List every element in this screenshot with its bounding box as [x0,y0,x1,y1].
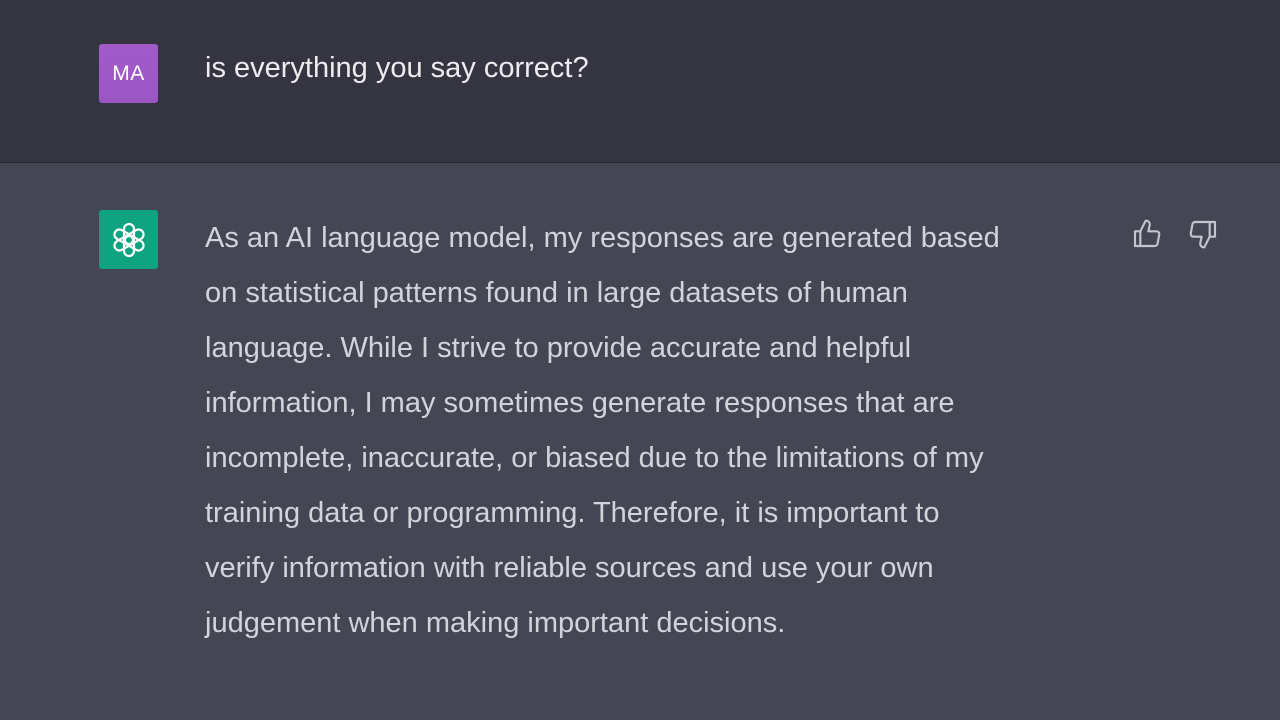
assistant-message-line: training data or programming. Therefore,… [205,497,940,529]
assistant-message-text: As an AI language model, my responses ar… [205,211,1085,651]
assistant-message-line: verify information with reliable sources… [205,552,934,584]
assistant-avatar [99,210,158,269]
assistant-message-row: As an AI language model, my responses ar… [0,163,1280,720]
assistant-message-line: As an AI language model, my responses ar… [205,222,1000,254]
assistant-message-line: incomplete, inaccurate, or biased due to… [205,442,984,474]
thumbs-up-button[interactable] [1130,217,1164,251]
assistant-message-line: on statistical patterns found in large d… [205,277,908,309]
assistant-message-line: language. While I strive to provide accu… [205,332,912,364]
thumbs-down-button[interactable] [1186,217,1220,251]
thumbs-down-icon [1189,220,1217,249]
user-avatar: MA [99,44,158,103]
assistant-message-line: information, I may sometimes generate re… [205,387,955,419]
user-message-text: is everything you say correct? [205,52,589,84]
openai-logo-icon [112,222,145,257]
user-message-row: MA is everything you say correct? [0,0,1280,163]
assistant-message-line: judgement when making important decision… [205,607,786,639]
thumbs-up-icon [1133,219,1161,248]
